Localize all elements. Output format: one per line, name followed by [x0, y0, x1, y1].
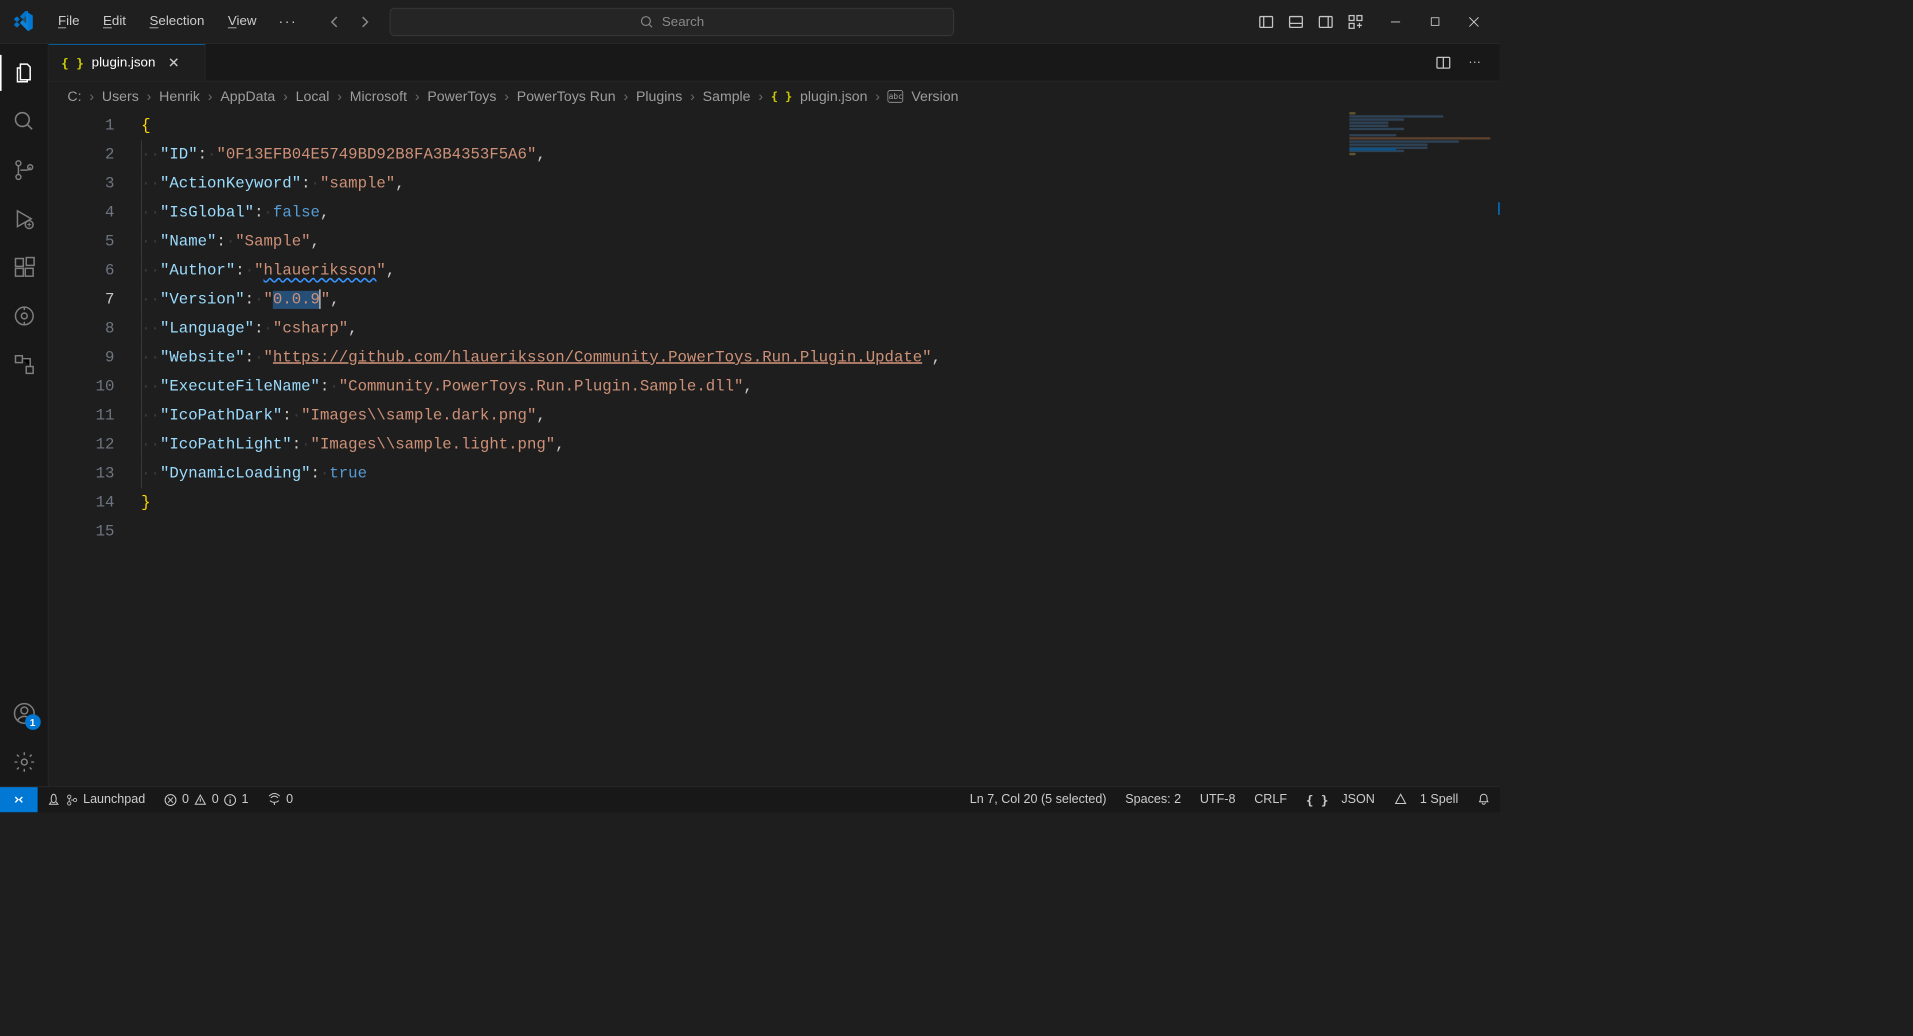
activity-gitlens[interactable]	[0, 292, 48, 341]
breadcrumb-part[interactable]: PowerToys Run	[517, 88, 616, 104]
minimap[interactable]	[1343, 111, 1500, 786]
tab-close-icon[interactable]: ✕	[168, 54, 180, 70]
breadcrumb-part[interactable]: Local	[296, 88, 330, 104]
breadcrumb-part[interactable]: PowerToys	[427, 88, 496, 104]
status-indentation[interactable]: Spaces: 2	[1116, 792, 1191, 806]
line-gutter: 123456789101112131415	[49, 111, 142, 786]
status-problems[interactable]: 0 0 1	[155, 787, 258, 812]
breadcrumb-part[interactable]: Microsoft	[350, 88, 407, 104]
status-language[interactable]: { } JSON	[1296, 792, 1384, 807]
breadcrumb-symbol[interactable]: Version	[911, 88, 958, 104]
vscode-logo	[9, 7, 37, 35]
activity-remote-explorer[interactable]	[0, 340, 48, 389]
string-symbol-icon: abc	[888, 90, 904, 103]
menu-edit[interactable]: Edit	[92, 9, 137, 35]
tab-bar: { } plugin.json ✕ ···	[49, 44, 1500, 82]
menu-file[interactable]: File	[47, 9, 90, 35]
editor-group: { } plugin.json ✕ ··· C:› Users› Henrik›…	[49, 44, 1500, 786]
activity-accounts[interactable]: 1	[0, 689, 48, 738]
breadcrumb-file[interactable]: plugin.json	[800, 88, 867, 104]
menu-selection[interactable]: Selection	[139, 9, 216, 35]
main-area: 1 { } plugin.json ✕ ··· C:› Users› Henri…	[0, 44, 1500, 786]
window-maximize[interactable]	[1415, 6, 1454, 37]
breadcrumb-part[interactable]: Users	[102, 88, 139, 104]
activity-run-debug[interactable]	[0, 194, 48, 243]
activity-extensions[interactable]	[0, 243, 48, 292]
split-editor-icon[interactable]	[1431, 50, 1456, 75]
status-bar: Launchpad 0 0 1 0 Ln 7, Col 20 (5 select…	[0, 786, 1500, 812]
toggle-panel-icon[interactable]	[1282, 7, 1310, 35]
text-editor[interactable]: 123456789101112131415 {··"ID":·"0F13EFB0…	[49, 111, 1500, 786]
activity-search[interactable]	[0, 97, 48, 146]
customize-layout-icon[interactable]	[1341, 7, 1369, 35]
more-actions-icon[interactable]: ···	[1462, 50, 1487, 75]
activity-explorer[interactable]	[0, 49, 48, 98]
window-minimize[interactable]	[1376, 6, 1415, 37]
command-center-search[interactable]: Search	[390, 7, 954, 35]
breadcrumb[interactable]: C:› Users› Henrik› AppData› Local› Micro…	[49, 82, 1500, 112]
toggle-primary-sidebar-icon[interactable]	[1252, 7, 1280, 35]
menu-view[interactable]: View	[217, 9, 268, 35]
status-encoding[interactable]: UTF-8	[1190, 792, 1244, 806]
status-launchpad[interactable]: Launchpad	[38, 787, 155, 812]
code-content[interactable]: {··"ID":·"0F13EFB04E5749BD92B8FA3B4353F5…	[141, 111, 1500, 786]
remote-indicator[interactable]	[0, 787, 38, 812]
overview-ruler-marker	[1498, 202, 1500, 215]
activity-bar: 1	[0, 44, 49, 786]
search-placeholder: Search	[662, 14, 704, 30]
activity-settings[interactable]	[0, 738, 48, 787]
tab-plugin-json[interactable]: { } plugin.json ✕	[49, 44, 206, 81]
status-ports[interactable]: 0	[258, 787, 303, 812]
json-file-icon: { }	[771, 89, 792, 103]
window-close[interactable]	[1454, 6, 1493, 37]
breadcrumb-part[interactable]: C:	[67, 88, 81, 104]
status-cursor-position[interactable]: Ln 7, Col 20 (5 selected)	[960, 792, 1115, 806]
status-spell[interactable]: 1 Spell	[1384, 792, 1467, 806]
menu-bar: File Edit Selection View ···	[47, 9, 307, 35]
accounts-badge: 1	[25, 714, 41, 730]
nav-back[interactable]	[322, 9, 347, 34]
nav-forward[interactable]	[352, 9, 377, 34]
titlebar: File Edit Selection View ··· Search	[0, 0, 1500, 44]
breadcrumb-part[interactable]: Henrik	[159, 88, 200, 104]
window-controls	[1376, 6, 1494, 37]
status-eol[interactable]: CRLF	[1245, 792, 1297, 806]
menu-overflow[interactable]: ···	[269, 9, 307, 35]
status-notifications[interactable]	[1468, 792, 1500, 805]
layout-controls	[1252, 7, 1370, 35]
tab-label: plugin.json	[92, 55, 156, 71]
breadcrumb-part[interactable]: Plugins	[636, 88, 682, 104]
status-right: Ln 7, Col 20 (5 selected) Spaces: 2 UTF-…	[960, 792, 1499, 807]
activity-source-control[interactable]	[0, 146, 48, 195]
breadcrumb-part[interactable]: Sample	[703, 88, 751, 104]
tab-actions: ···	[1431, 44, 1500, 81]
json-file-icon: { }	[61, 55, 84, 70]
breadcrumb-part[interactable]: AppData	[220, 88, 275, 104]
nav-arrows	[322, 9, 377, 34]
toggle-secondary-sidebar-icon[interactable]	[1312, 7, 1340, 35]
